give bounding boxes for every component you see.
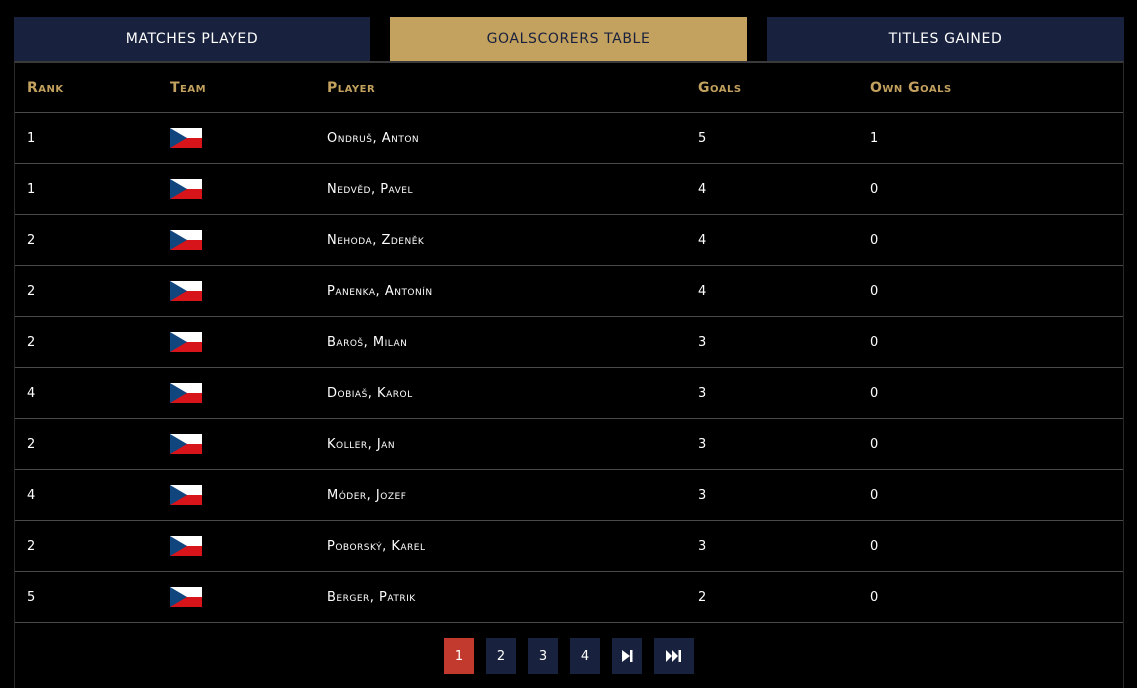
rank-cell: 2 [27,283,36,299]
goals-cell: 4 [698,283,707,299]
goals-cell: 5 [698,130,707,146]
goalscorers-table: Rank Team Player Goals Own Goals 1 Ondruš… [14,61,1124,688]
table-row: 2 Baroš, Milan 3 0 [15,317,1123,368]
tab-label: Titles Gained [888,31,1003,47]
czech-flag-icon [170,485,202,505]
own-goals-cell: 0 [870,232,879,248]
table-row: 4 Móder, Jozef 3 0 [15,470,1123,521]
own-goals-cell: 0 [870,283,879,299]
player-cell[interactable]: Móder, Jozef [327,470,406,520]
own-goals-cell: 0 [870,589,879,605]
table-row: 2 Nehoda, Zdeněk 4 0 [15,215,1123,266]
rank-cell: 2 [27,334,36,350]
header-rank[interactable]: Rank [27,63,64,112]
header-goals[interactable]: Goals [698,63,742,112]
czech-flag-icon [170,434,202,454]
page-number: 1 [454,648,464,664]
tab-label: Goalscorers Table [486,31,651,47]
team-cell [170,470,202,520]
table-row: 2 Panenka, Antonín 4 0 [15,266,1123,317]
goals-cell: 4 [698,232,707,248]
table-row: 5 Berger, Patrik 2 0 [15,572,1123,623]
next-page-button[interactable] [612,638,642,674]
page-4-button[interactable]: 4 [570,638,600,674]
goals-cell: 3 [698,385,707,401]
rank-cell: 4 [27,385,36,401]
player-cell[interactable]: Ondruš, Anton [327,113,419,163]
table-header: Rank Team Player Goals Own Goals [15,63,1123,113]
team-cell [170,368,202,418]
team-cell [170,572,202,622]
czech-flag-icon [170,383,202,403]
header-player[interactable]: Player [327,63,375,112]
own-goals-cell: 1 [870,130,879,146]
page-1-button[interactable]: 1 [444,638,474,674]
table-row: 1 Nedvěd, Pavel 4 0 [15,164,1123,215]
team-cell [170,215,202,265]
tab-matches-played[interactable]: Matches Played [14,17,370,61]
goals-cell: 3 [698,538,707,554]
goals-cell: 4 [698,181,707,197]
czech-flag-icon [170,332,202,352]
page-number: 2 [496,648,506,664]
player-cell[interactable]: Dobiaš, Karol [327,368,413,418]
goals-cell: 3 [698,487,707,503]
player-cell[interactable]: Panenka, Antonín [327,266,433,316]
last-page-button[interactable] [654,638,694,674]
czech-flag-icon [170,128,202,148]
rank-cell: 2 [27,436,36,452]
player-cell[interactable]: Baroš, Milan [327,317,407,367]
last-page-icon [666,650,681,662]
team-cell [170,266,202,316]
own-goals-cell: 0 [870,436,879,452]
page-3-button[interactable]: 3 [528,638,558,674]
own-goals-cell: 0 [870,385,879,401]
own-goals-cell: 0 [870,334,879,350]
czech-flag-icon [170,587,202,607]
page-number: 4 [580,648,590,664]
rank-cell: 2 [27,232,36,248]
player-cell[interactable]: Berger, Patrik [327,572,416,622]
header-team[interactable]: Team [170,63,206,112]
team-cell [170,113,202,163]
next-page-icon [622,650,633,662]
tab-label: Matches Played [125,31,259,47]
player-cell[interactable]: Poborský, Karel [327,521,425,571]
page-number: 3 [538,648,548,664]
tab-bar: Matches Played Goalscorers Table Titles … [14,17,1124,61]
team-cell [170,164,202,214]
rank-cell: 1 [27,130,36,146]
header-own-goals[interactable]: Own Goals [870,63,952,112]
own-goals-cell: 0 [870,487,879,503]
tab-titles-gained[interactable]: Titles Gained [767,17,1124,61]
tab-goalscorers-table[interactable]: Goalscorers Table [390,17,747,61]
team-cell [170,317,202,367]
rank-cell: 4 [27,487,36,503]
table-row: 4 Dobiaš, Karol 3 0 [15,368,1123,419]
czech-flag-icon [170,230,202,250]
goals-cell: 2 [698,589,707,605]
table-row: 2 Poborský, Karel 3 0 [15,521,1123,572]
table-row: 1 Ondruš, Anton 5 1 [15,113,1123,164]
rank-cell: 5 [27,589,36,605]
team-cell [170,419,202,469]
pagination: 1 2 3 4 [15,638,1123,676]
goals-cell: 3 [698,436,707,452]
rank-cell: 2 [27,538,36,554]
czech-flag-icon [170,179,202,199]
page-2-button[interactable]: 2 [486,638,516,674]
player-cell[interactable]: Nedvěd, Pavel [327,164,413,214]
rank-cell: 1 [27,181,36,197]
czech-flag-icon [170,536,202,556]
own-goals-cell: 0 [870,538,879,554]
table-row: 2 Koller, Jan 3 0 [15,419,1123,470]
goals-cell: 3 [698,334,707,350]
player-cell[interactable]: Koller, Jan [327,419,395,469]
own-goals-cell: 0 [870,181,879,197]
czech-flag-icon [170,281,202,301]
player-cell[interactable]: Nehoda, Zdeněk [327,215,424,265]
team-cell [170,521,202,571]
